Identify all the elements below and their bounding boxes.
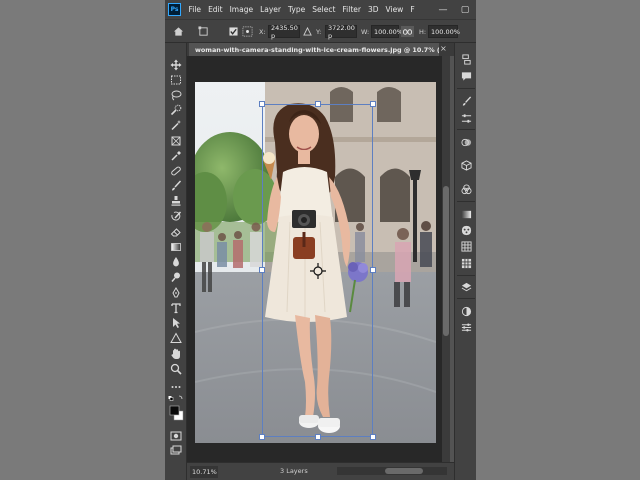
width-input[interactable]: 100.00% (371, 25, 403, 38)
layers-panel-icon[interactable] (459, 281, 473, 294)
transform-handle-bottom-left[interactable] (259, 434, 265, 440)
transform-handle-bottom-center[interactable] (315, 434, 321, 440)
menu-select[interactable]: Select (312, 5, 335, 14)
transform-handle-top-left[interactable] (259, 101, 265, 107)
status-bar: 10.71% 3 Layers (187, 462, 454, 480)
gradients-icon[interactable] (459, 208, 473, 221)
swatches-icon[interactable] (459, 240, 473, 253)
transform-tool-icon[interactable] (198, 24, 209, 39)
zoom-tool-icon[interactable] (168, 362, 184, 376)
lasso-tool-icon[interactable] (168, 88, 184, 102)
more-tools-icon[interactable] (168, 380, 184, 394)
menu-type[interactable]: Type (288, 5, 305, 14)
photoshop-logo: Ps (168, 3, 181, 16)
hand-tool-icon[interactable] (168, 347, 184, 361)
vertical-scroll-thumb[interactable] (443, 186, 449, 336)
transform-handle-middle-left[interactable] (259, 267, 265, 273)
patterns-icon[interactable] (459, 224, 473, 237)
quick-mask-icon[interactable] (168, 429, 184, 443)
healing-brush-tool-icon[interactable] (168, 164, 184, 178)
menu-f[interactable]: F (410, 5, 414, 14)
type-tool-icon[interactable] (168, 301, 184, 315)
zoom-level-input[interactable]: 10.71% (190, 466, 218, 478)
history-brush-tool-icon[interactable] (168, 210, 184, 224)
height-input[interactable]: 100.00% (428, 25, 460, 38)
screen-mode-icon[interactable] (168, 444, 184, 458)
transform-handle-middle-right[interactable] (370, 267, 376, 273)
dodge-tool-icon[interactable] (168, 270, 184, 284)
horizontal-scroll-thumb[interactable] (385, 468, 423, 474)
eraser-tool-icon[interactable] (168, 225, 184, 239)
menu-filter[interactable]: Filter (342, 5, 361, 14)
document-tab[interactable]: woman-with-camera-standing-with-ice-crea… (189, 43, 439, 56)
3d-panel-icon[interactable] (459, 159, 473, 172)
window-controls: — ▢ (432, 0, 476, 19)
history-panel-icon[interactable] (459, 53, 473, 66)
x-position-input[interactable]: 2435.50 p (268, 24, 300, 40)
menu-view[interactable]: View (386, 5, 404, 14)
document-tab-bar: woman-with-camera-standing-with-ice-crea… (187, 43, 454, 56)
marquee-tool-icon[interactable] (168, 73, 184, 87)
color-swatches-icon[interactable] (168, 395, 184, 423)
reference-point-locator-icon[interactable] (242, 24, 253, 39)
properties-icon[interactable] (459, 112, 473, 125)
quick-select-tool-icon[interactable] (168, 103, 184, 117)
h-label: H: (419, 27, 427, 36)
crop-tool-icon[interactable] (168, 134, 184, 148)
pen-tool-icon[interactable] (168, 286, 184, 300)
w-label: W: (361, 27, 370, 36)
menu-3d[interactable]: 3D (368, 5, 379, 14)
x-label: X: (259, 27, 266, 36)
transform-handle-top-right[interactable] (370, 101, 376, 107)
magic-wand-tool-icon[interactable] (168, 118, 184, 132)
menu-image[interactable]: Image (230, 5, 254, 14)
blur-tool-icon[interactable] (168, 255, 184, 269)
options-bar: X: 2435.50 p Y: 3722.00 p W: 100.00% H: … (165, 19, 476, 43)
y-label: Y: (316, 27, 322, 36)
menu-edit[interactable]: Edit (208, 5, 223, 14)
close-tab-icon[interactable]: × (440, 44, 447, 53)
menu-layer[interactable]: Layer (260, 5, 281, 14)
maximize-button[interactable]: ▢ (454, 0, 476, 19)
menu-bar: Ps File Edit Image Layer Type Select Fil… (165, 0, 476, 19)
reference-point-crosshair-icon[interactable] (310, 263, 326, 279)
transform-handle-bottom-right[interactable] (370, 434, 376, 440)
clone-stamp-tool-icon[interactable] (168, 194, 184, 208)
home-icon[interactable] (173, 24, 184, 39)
menu-file[interactable]: File (189, 5, 202, 14)
grid-panel-icon[interactable] (459, 257, 473, 270)
channels-icon[interactable] (459, 183, 473, 196)
transform-handle-top-center[interactable] (315, 101, 321, 107)
gradient-tool-icon[interactable] (168, 240, 184, 254)
shape-tool-icon[interactable] (168, 331, 184, 345)
y-position-input[interactable]: 3722.00 p (325, 24, 357, 40)
minimize-button[interactable]: — (432, 0, 454, 19)
eyedropper-tool-icon[interactable] (168, 149, 184, 163)
sliders-icon[interactable] (459, 321, 473, 334)
path-select-tool-icon[interactable] (168, 316, 184, 330)
brush-settings-icon[interactable] (459, 95, 473, 108)
brush-tool-icon[interactable] (168, 179, 184, 193)
tools-panel (165, 43, 187, 480)
link-proportions-icon[interactable] (401, 24, 414, 39)
move-tool-icon[interactable] (168, 58, 184, 72)
horizontal-scrollbar[interactable] (337, 467, 447, 475)
reference-point-checkbox[interactable] (229, 24, 238, 39)
panel-icon-strip (454, 43, 476, 480)
adjust-circle-icon[interactable] (459, 305, 473, 318)
relative-positioning-icon[interactable] (303, 24, 312, 39)
vertical-scrollbar[interactable] (442, 56, 450, 462)
document-info[interactable]: 3 Layers (280, 467, 308, 475)
comments-panel-icon[interactable] (459, 70, 473, 83)
adjustments-icon[interactable] (459, 136, 473, 149)
